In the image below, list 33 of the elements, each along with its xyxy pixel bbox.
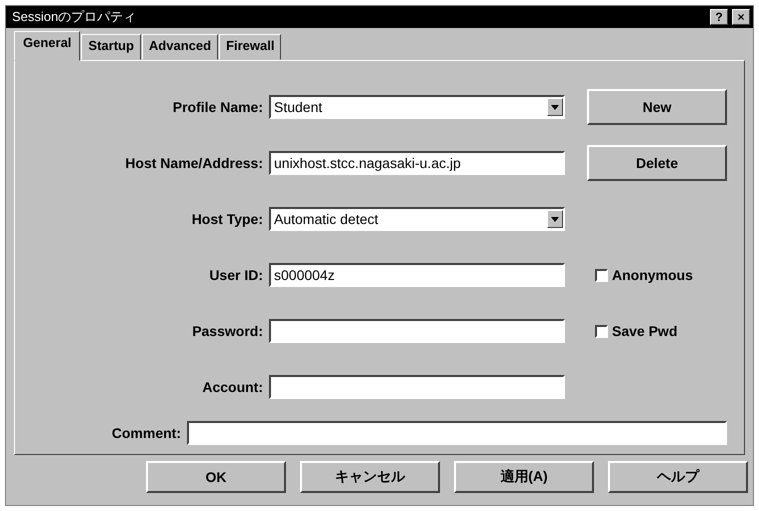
field-label: Account: bbox=[201, 379, 264, 395]
field-label: Host Name/Address: bbox=[124, 155, 264, 171]
tab[interactable]: Startup bbox=[81, 34, 141, 60]
dialog-button[interactable]: OK bbox=[146, 461, 286, 493]
input-field[interactable] bbox=[269, 319, 565, 343]
checkbox-label: Save Pwd bbox=[612, 323, 678, 339]
checkbox-label: Anonymous bbox=[612, 267, 693, 283]
dropdown-arrow-icon bbox=[551, 104, 559, 110]
field-label: Comment: bbox=[110, 425, 182, 441]
input-field[interactable] bbox=[187, 421, 727, 445]
dialog-button[interactable]: ヘルプ bbox=[608, 461, 748, 493]
tab[interactable]: Firewall bbox=[219, 34, 282, 60]
side-button[interactable]: New bbox=[587, 89, 727, 125]
dialog-button[interactable]: 適用(A) bbox=[454, 461, 594, 493]
checkbox[interactable] bbox=[595, 324, 608, 338]
dropdown-arrow-icon bbox=[551, 216, 559, 222]
window-title: Sessionのプロパティ bbox=[12, 8, 138, 26]
help-button[interactable]: ? bbox=[710, 9, 728, 25]
tab[interactable]: General bbox=[14, 31, 80, 61]
field-label: Password: bbox=[191, 323, 264, 339]
dialog-button[interactable]: キャンセル bbox=[300, 461, 440, 493]
input-field[interactable]: s000004z bbox=[269, 263, 565, 287]
field-label: User ID: bbox=[208, 267, 264, 283]
input-field[interactable] bbox=[269, 375, 565, 399]
tab[interactable]: Advanced bbox=[142, 34, 218, 60]
field-label: Host Type: bbox=[190, 211, 264, 227]
side-button[interactable]: Delete bbox=[587, 145, 727, 181]
field-label: Profile Name: bbox=[172, 99, 264, 115]
checkbox[interactable] bbox=[595, 268, 608, 282]
dropdown-field[interactable]: Student bbox=[269, 95, 565, 119]
input-field[interactable]: unixhost.stcc.nagasaki-u.ac.jp bbox=[269, 151, 565, 175]
dropdown-field[interactable]: Automatic detect bbox=[269, 207, 565, 231]
close-button[interactable]: × bbox=[732, 9, 750, 25]
